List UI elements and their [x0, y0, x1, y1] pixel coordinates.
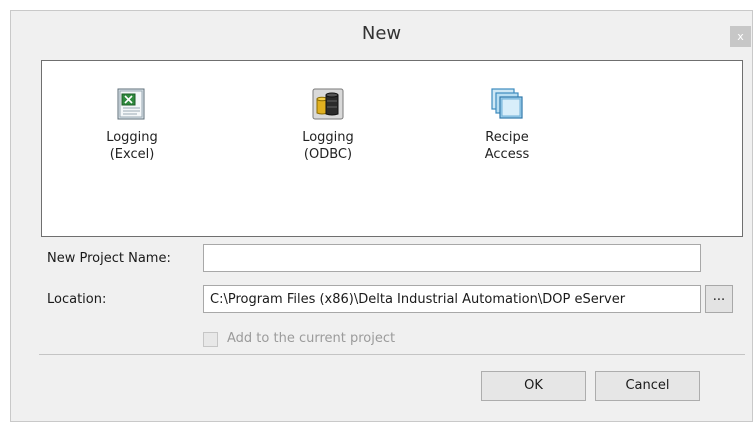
template-item-logging-excel[interactable]: Logging (Excel)	[82, 87, 182, 163]
project-name-input[interactable]	[203, 244, 701, 272]
template-item-recipe-access[interactable]: Recipe Access	[457, 87, 557, 163]
location-label: Location:	[47, 292, 107, 307]
template-label-recipe-access: Recipe Access	[484, 130, 530, 162]
dialog-title: New	[361, 23, 402, 44]
location-input[interactable]	[203, 285, 701, 313]
database-icon	[312, 88, 344, 120]
project-name-label: New Project Name:	[47, 251, 171, 266]
close-button[interactable]: x	[730, 26, 751, 47]
ok-button[interactable]: OK	[481, 371, 586, 401]
template-label-logging-excel: Logging (Excel)	[106, 130, 158, 162]
add-to-current-project-label: Add to the current project	[227, 331, 396, 346]
title-bar[interactable]: New x	[11, 11, 752, 60]
new-dialog: New x Logging (Excel) Logging (ODBC) Rec…	[10, 10, 753, 422]
template-item-logging-odbc[interactable]: Logging (ODBC)	[278, 87, 378, 163]
template-list[interactable]: Logging (Excel) Logging (ODBC) Recipe Ac…	[41, 60, 743, 237]
excel-log-icon	[117, 88, 145, 120]
separator	[39, 354, 745, 355]
cancel-button[interactable]: Cancel	[595, 371, 700, 401]
recipe-windows-icon	[491, 88, 523, 119]
browse-button[interactable]: ...	[705, 285, 733, 313]
template-label-logging-odbc: Logging (ODBC)	[302, 130, 354, 162]
add-to-current-project-checkbox[interactable]	[203, 332, 218, 347]
